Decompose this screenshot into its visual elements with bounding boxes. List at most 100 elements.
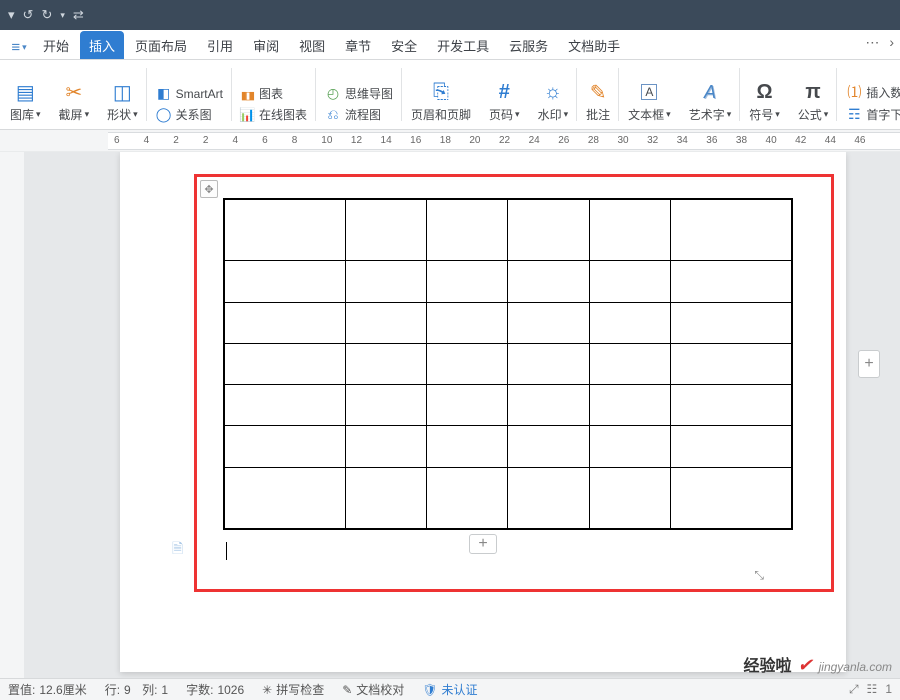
file-menu[interactable]: ▾ [6, 35, 32, 59]
status-col-value: 1 [161, 683, 168, 697]
onlinechart-icon [239, 106, 255, 123]
status-line[interactable]: 行: 9 列: 1 [105, 681, 168, 698]
ruler-number: 46 [854, 135, 865, 146]
status-unverified[interactable]: 未认证 [422, 681, 477, 698]
tab-review[interactable]: 审阅 [244, 31, 288, 59]
fullscreen-icon[interactable] [849, 682, 859, 697]
tab-layout[interactable]: 页面布局 [126, 31, 196, 59]
table-row [224, 343, 792, 384]
tab-reference[interactable]: 引用 [198, 31, 242, 59]
ruler-number: 20 [469, 135, 480, 146]
check-icon: ✔ [798, 655, 813, 676]
status-words[interactable]: 字数: 1026 [186, 681, 244, 698]
zoom-value: 1 [885, 682, 892, 697]
compare-icon[interactable] [73, 7, 84, 23]
redo-icon[interactable] [41, 7, 52, 23]
mindmap-button[interactable]: 思维导图 [323, 85, 395, 102]
horizontal-ruler[interactable]: 6422468101214161820222426283032343638404… [108, 132, 900, 150]
status-proofing[interactable]: 文档校对 [342, 681, 404, 698]
watermark-button[interactable]: 水印▾ [536, 80, 571, 123]
screenshot-label: 截屏 [59, 106, 83, 123]
tab-insert[interactable]: 插入 [80, 31, 124, 59]
ruler-number: 14 [381, 135, 392, 146]
ruler-number: 16 [410, 135, 421, 146]
equation-button[interactable]: 公式▾ [796, 80, 831, 123]
dropcap-button[interactable]: 首字下沉 [844, 106, 900, 123]
tab-security[interactable]: 安全 [382, 31, 426, 59]
relation-button[interactable]: 关系图 [154, 106, 225, 123]
pagenum-icon [499, 80, 510, 104]
vertical-ruler[interactable] [0, 152, 24, 678]
ribbon-next-icon[interactable] [889, 34, 894, 51]
tab-devtools[interactable]: 开发工具 [428, 31, 498, 59]
ruler-number: 12 [351, 135, 362, 146]
gallery-button[interactable]: 图库▾ [8, 80, 43, 123]
flowchart-button[interactable]: 流程图 [323, 106, 395, 123]
symbol-icon [756, 80, 772, 104]
tab-helper[interactable]: 文档助手 [559, 31, 629, 59]
ruler-number: 6 [114, 135, 120, 146]
shapes-icon [113, 80, 132, 104]
table-resize-handle-icon[interactable] [754, 568, 764, 583]
textbox-icon [641, 80, 657, 104]
headerfooter-button[interactable]: 页眉和页脚 [409, 80, 473, 123]
tab-start[interactable]: 开始 [34, 31, 78, 59]
smartart-label: SmartArt [176, 87, 223, 101]
ruler-number: 4 [144, 135, 150, 146]
qat-dropdown-icon[interactable] [8, 7, 15, 23]
add-column-button[interactable] [858, 350, 880, 378]
dropcap-icon [846, 106, 862, 123]
comment-button[interactable]: 批注 [584, 80, 612, 123]
paragraph-options-icon[interactable] [172, 538, 188, 556]
mindmap-icon [325, 85, 341, 102]
wordart-icon [704, 80, 716, 104]
undo-icon[interactable] [23, 7, 34, 23]
screenshot-icon [65, 80, 82, 104]
ruler-number: 40 [766, 135, 777, 146]
qat-more-icon[interactable]: ▾ [60, 10, 65, 21]
tab-chapter[interactable]: 章节 [336, 31, 380, 59]
status-spellcheck[interactable]: 拼写检查 [262, 681, 324, 698]
chart-label: 图表 [259, 85, 283, 102]
status-position[interactable]: 置值: 12.6厘米 [8, 681, 87, 698]
pagenum-label: 页码 [489, 106, 513, 123]
table-move-handle-icon[interactable] [200, 180, 218, 198]
ribbon-misc-icon[interactable] [865, 34, 879, 51]
view-controls: ☷ 1 [849, 682, 892, 697]
onlinechart-button[interactable]: 在线图表 [237, 106, 309, 123]
status-unverified-label: 未认证 [442, 681, 478, 698]
symbol-label: 符号 [749, 106, 773, 123]
watermark-icon [544, 80, 562, 104]
textbox-button[interactable]: 文本框▾ [626, 80, 673, 123]
screenshot-button[interactable]: 截屏▾ [57, 80, 92, 123]
ruler-row: 6422468101214161820222426283032343638404… [0, 130, 900, 152]
proofing-icon [342, 683, 352, 697]
status-words-value: 1026 [217, 683, 244, 697]
tab-view[interactable]: 视图 [290, 31, 334, 59]
symbol-button[interactable]: 符号▾ [747, 80, 782, 123]
ruler-number: 34 [677, 135, 688, 146]
mindmap-label: 思维导图 [345, 85, 393, 102]
add-row-button[interactable] [469, 534, 497, 554]
chart-button[interactable]: 图表 [237, 85, 309, 102]
watermark-url: jingyanla.com [819, 660, 892, 674]
table[interactable] [223, 198, 793, 530]
insertnumber-icon [846, 82, 862, 102]
headerfooter-label: 页眉和页脚 [411, 106, 471, 123]
gallery-icon [16, 80, 35, 104]
status-position-value: 12.6厘米 [39, 681, 86, 698]
insertnumber-button[interactable]: 插入数字 白 [844, 82, 900, 102]
spellcheck-icon [262, 683, 272, 697]
ruler-number: 38 [736, 135, 747, 146]
title-bar: ▾ [0, 0, 900, 30]
smartart-button[interactable]: SmartArt [154, 85, 225, 102]
shapes-button[interactable]: 形状▾ [105, 80, 140, 123]
ruler-number: 36 [706, 135, 717, 146]
gallery-label: 图库 [10, 106, 34, 123]
view-mode-icon[interactable]: ☷ [867, 682, 878, 697]
wordart-button[interactable]: 艺术字▾ [687, 80, 734, 123]
tab-cloud[interactable]: 云服务 [500, 31, 557, 59]
pagenum-button[interactable]: 页码▾ [487, 80, 522, 123]
quick-access-toolbar: ▾ [8, 7, 84, 23]
document-page[interactable] [120, 152, 846, 672]
